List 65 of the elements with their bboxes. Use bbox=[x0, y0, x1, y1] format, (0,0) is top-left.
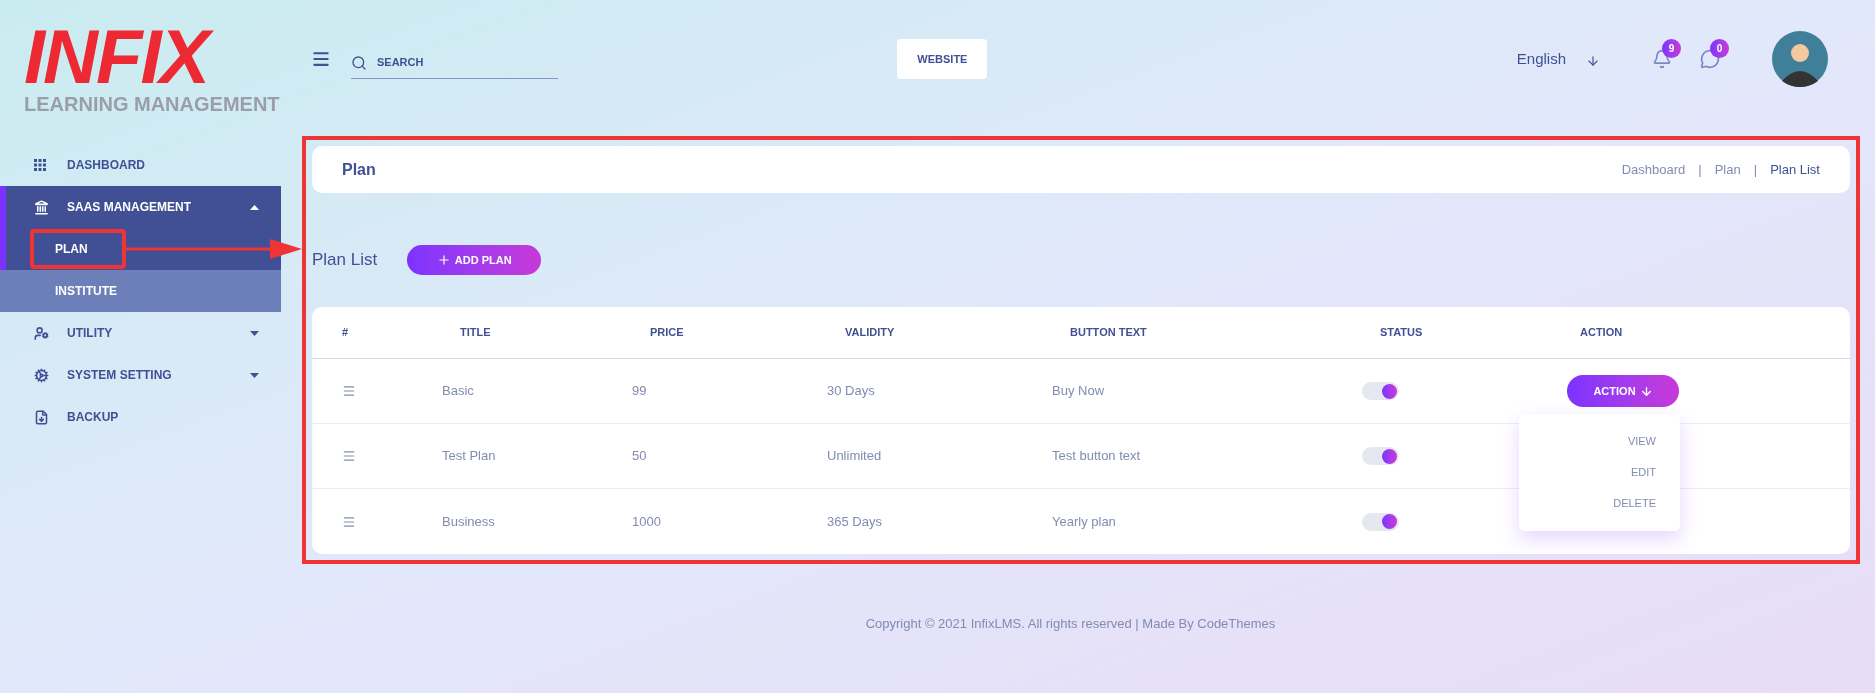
sidebar-item[interactable]: DASHBOARD bbox=[0, 144, 281, 186]
sidebar-item[interactable]: UTILITY bbox=[0, 312, 281, 354]
table-cell-text: 1000 bbox=[632, 512, 662, 531]
action-button[interactable]: ACTION bbox=[1567, 375, 1679, 407]
breadcrumb-separator: | bbox=[1698, 160, 1702, 179]
table-cell-text: 99 bbox=[632, 382, 648, 401]
avatar[interactable] bbox=[1772, 31, 1828, 87]
status-toggle[interactable] bbox=[1362, 512, 1399, 531]
column-header: STATUS bbox=[1379, 325, 1424, 341]
footer-text: Copyright © 2021 InfixLMS. All rights reserved | Made By CodeThemes bbox=[865, 614, 1276, 633]
menu-icon[interactable] bbox=[311, 49, 331, 69]
dropdown-item[interactable]: VIEW bbox=[1627, 426, 1656, 457]
table-cell-text: Test button text bbox=[1052, 447, 1142, 466]
table-cell-text: 30 Days bbox=[827, 382, 876, 401]
plus-icon bbox=[436, 253, 451, 267]
drag-handle-icon[interactable] bbox=[342, 384, 356, 398]
bank-icon bbox=[34, 199, 49, 215]
sidebar-subitem[interactable]: PLAN bbox=[55, 240, 88, 258]
add-plan-button[interactable]: ADD PLAN bbox=[407, 245, 542, 275]
message-count: 0 bbox=[1710, 39, 1729, 58]
sidebar-item[interactable]: SAAS MANAGEMENT bbox=[6, 186, 281, 228]
sidebar-item[interactable]: BACKUP bbox=[0, 396, 281, 438]
column-header: PRICE bbox=[649, 325, 685, 341]
file-download-icon bbox=[34, 409, 49, 425]
drag-handle-icon[interactable] bbox=[342, 449, 356, 463]
breadcrumb-separator: | bbox=[1753, 160, 1758, 179]
table-cell-text: Business bbox=[442, 512, 496, 531]
search-field[interactable]: SEARCH bbox=[377, 54, 537, 71]
caret-icon bbox=[250, 204, 259, 210]
grid-icon bbox=[34, 159, 46, 171]
dropdown-item[interactable]: DELETE bbox=[1613, 488, 1656, 519]
drag-handle-icon[interactable] bbox=[342, 514, 356, 529]
language-selector[interactable]: English bbox=[1516, 47, 1600, 71]
column-header: TITLE bbox=[459, 325, 492, 341]
breadcrumb-link[interactable]: Plan List bbox=[1770, 159, 1820, 180]
arrow-down-icon bbox=[1639, 384, 1653, 398]
column-header: # bbox=[341, 325, 350, 341]
arrow-down-icon bbox=[1586, 54, 1600, 68]
caret-icon bbox=[250, 330, 259, 336]
search-icon bbox=[351, 54, 367, 71]
notification-count: 9 bbox=[1662, 39, 1681, 58]
table-cell-text: Buy Now bbox=[1052, 382, 1106, 401]
column-header: BUTTON TEXT bbox=[1069, 325, 1148, 341]
section-title: Plan List bbox=[312, 249, 378, 272]
website-button[interactable]: WEBSITE bbox=[897, 39, 988, 79]
page-title: Plan bbox=[342, 159, 377, 180]
breadcrumb-link[interactable]: Dashboard bbox=[1621, 159, 1686, 180]
table-cell-text: 50 bbox=[632, 447, 648, 466]
status-toggle[interactable] bbox=[1362, 447, 1399, 465]
sidebar-item[interactable]: SYSTEM SETTING bbox=[0, 354, 281, 396]
logo-wordmark: INFIX bbox=[24, 22, 281, 92]
sidebar-subitem[interactable]: INSTITUTE bbox=[55, 282, 117, 300]
table-cell-text: 365 Days bbox=[827, 512, 883, 531]
table-cell-text: Yearly plan bbox=[1052, 512, 1117, 531]
status-toggle[interactable] bbox=[1362, 382, 1399, 400]
logo-tagline: LEARNING MANAGEMENT bbox=[24, 92, 281, 116]
caret-icon bbox=[250, 372, 259, 378]
user-gear-icon bbox=[34, 325, 49, 341]
table-cell-text: Basic bbox=[442, 382, 475, 401]
column-header: ACTION bbox=[1579, 325, 1624, 341]
breadcrumb-link[interactable]: Plan bbox=[1714, 159, 1741, 180]
dropdown-item[interactable]: EDIT bbox=[1630, 457, 1656, 488]
table-cell-text: Test Plan bbox=[442, 447, 497, 466]
column-header: VALIDITY bbox=[844, 325, 896, 341]
table-cell-text: Unlimited bbox=[827, 447, 883, 466]
